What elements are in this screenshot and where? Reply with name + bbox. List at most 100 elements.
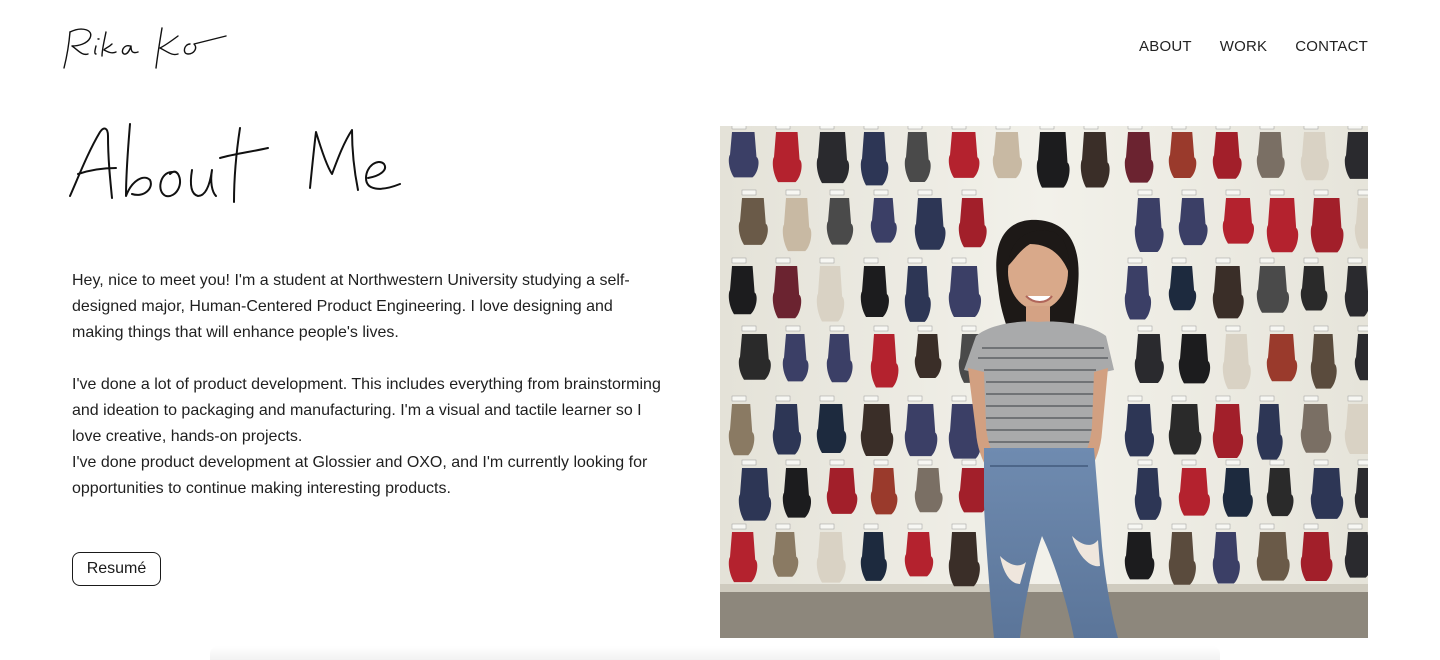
glove (1178, 334, 1211, 384)
glove-tag (829, 459, 845, 466)
glove (1266, 334, 1298, 382)
glove-tag (907, 126, 923, 130)
glove-tag (907, 257, 923, 264)
nav-contact[interactable]: CONTACT (1295, 38, 1368, 55)
bio-text: Hey, nice to meet you! I'm a student at … (72, 268, 662, 502)
glove-tag (1171, 126, 1187, 130)
glove (782, 468, 812, 518)
glove-tag (863, 395, 879, 402)
glove-tag (1215, 523, 1231, 530)
glove (948, 532, 980, 587)
glove-tag (1083, 126, 1099, 130)
glove (1124, 532, 1155, 580)
glove (914, 198, 946, 250)
glove-tag (917, 189, 933, 196)
glove (1168, 404, 1202, 455)
glove (914, 468, 943, 513)
glove (1266, 198, 1299, 253)
glove (1300, 404, 1332, 453)
glove-tag (1181, 325, 1197, 332)
glove-tag (873, 325, 889, 332)
glove (1134, 198, 1164, 253)
glove-tag (1303, 395, 1319, 402)
glove (870, 334, 899, 388)
glove (728, 404, 755, 456)
glove (1168, 532, 1196, 585)
glove-tag (907, 523, 923, 530)
glove-tag (917, 325, 933, 332)
glove-tag (819, 395, 835, 402)
glove (728, 132, 759, 178)
glove-tag (1259, 395, 1275, 402)
glove-tag (731, 257, 747, 264)
glove-tag (785, 459, 801, 466)
glove (870, 468, 898, 515)
glove-tag (1127, 126, 1143, 130)
glove (1256, 532, 1290, 581)
glove-tag (873, 459, 889, 466)
glove-tag (961, 189, 977, 196)
glove-tag (1357, 325, 1368, 332)
glove-tag (873, 189, 889, 196)
glove-tag (1171, 257, 1187, 264)
glove-tag (829, 325, 845, 332)
glove-tag (1039, 126, 1055, 130)
glove (782, 334, 809, 382)
glove (782, 198, 812, 252)
glove (1178, 468, 1211, 516)
glove-tag (951, 126, 967, 130)
nav-work[interactable]: WORK (1220, 38, 1267, 55)
glove (914, 334, 942, 379)
glove-tag (741, 459, 757, 466)
glove-tag (1313, 325, 1329, 332)
glove (1212, 404, 1244, 458)
glove (860, 532, 887, 581)
glove-tag (1313, 189, 1329, 196)
glove-tag (1181, 189, 1197, 196)
resume-button[interactable]: Resumé (72, 552, 161, 586)
glove (826, 334, 853, 383)
page-title (69, 123, 401, 203)
glove (1344, 266, 1368, 317)
glove-tag (1303, 257, 1319, 264)
glove-tag (1171, 523, 1187, 530)
glove (1212, 132, 1242, 179)
glove-tag (1137, 325, 1153, 332)
glove (948, 132, 980, 178)
glove (1178, 198, 1208, 246)
glove-tag (951, 257, 967, 264)
nav-about[interactable]: ABOUT (1139, 38, 1192, 55)
glove-tag (1259, 126, 1275, 130)
glove-tag (1269, 459, 1285, 466)
glove-tag (829, 189, 845, 196)
glove-tag (1225, 459, 1241, 466)
glove (816, 266, 845, 322)
glove-tag (1313, 459, 1329, 466)
glove (948, 266, 982, 318)
glove (738, 198, 768, 245)
glove (1036, 132, 1070, 188)
glove-tag (961, 459, 977, 466)
glove (1300, 532, 1333, 581)
glove (1344, 532, 1368, 578)
glove (860, 132, 889, 186)
glove-tag (775, 257, 791, 264)
glove (904, 132, 931, 182)
glove-tag (775, 395, 791, 402)
glove (1300, 132, 1329, 181)
glove-tag (785, 189, 801, 196)
glove-tag (785, 325, 801, 332)
glove (1344, 132, 1368, 179)
glove-tag (819, 257, 835, 264)
glove-tag (1127, 523, 1143, 530)
glove-tag (1347, 126, 1363, 130)
glove (1168, 132, 1197, 179)
glove-tag (917, 459, 933, 466)
glove-tag (731, 126, 747, 130)
glove (958, 198, 987, 248)
glove (992, 132, 1022, 179)
logo[interactable] (60, 24, 232, 74)
glove (1310, 468, 1344, 519)
bio-paragraph-1: Hey, nice to meet you! I'm a student at … (72, 272, 630, 341)
glove-tag (1225, 325, 1241, 332)
